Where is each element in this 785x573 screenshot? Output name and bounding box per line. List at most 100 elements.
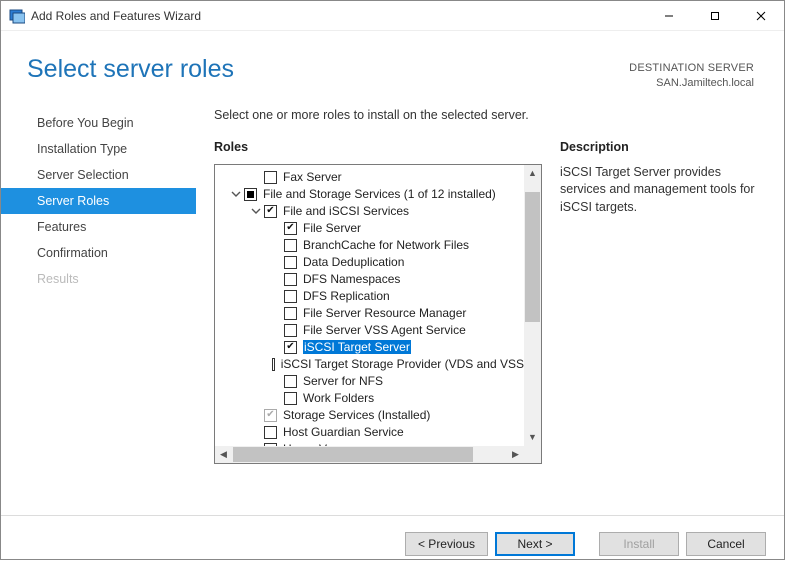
destination-label: DESTINATION SERVER <box>629 61 754 76</box>
expander-spacer <box>269 341 282 354</box>
role-checkbox[interactable] <box>284 222 297 235</box>
role-checkbox[interactable] <box>264 409 277 422</box>
role-label: Work Folders <box>303 391 374 405</box>
role-checkbox[interactable] <box>284 392 297 405</box>
role-item[interactable]: Host Guardian Service <box>221 424 524 441</box>
roles-tree: Fax Server File and Storage Services (1 o… <box>214 164 542 464</box>
role-item[interactable]: DFS Namespaces <box>221 271 524 288</box>
role-item[interactable]: iSCSI Target Storage Provider (VDS and V… <box>221 356 524 373</box>
role-label: File Server Resource Manager <box>303 306 466 320</box>
role-checkbox[interactable] <box>284 256 297 269</box>
footer: < Previous Next > Install Cancel <box>1 515 784 573</box>
role-checkbox[interactable] <box>284 239 297 252</box>
role-label: File Server <box>303 221 361 235</box>
roles-tree-content[interactable]: Fax Server File and Storage Services (1 o… <box>215 165 524 446</box>
role-label: Fax Server <box>283 170 342 184</box>
expander-spacer <box>269 273 282 286</box>
titlebar: Add Roles and Features Wizard <box>1 1 784 31</box>
wizard-steps: Before You BeginInstallation TypeServer … <box>1 100 196 515</box>
scroll-up-icon[interactable]: ▲ <box>524 165 541 182</box>
role-checkbox[interactable] <box>264 205 277 218</box>
role-checkbox[interactable] <box>284 324 297 337</box>
description-text: iSCSI Target Server provides services an… <box>560 164 766 217</box>
role-label: File Server VSS Agent Service <box>303 323 466 337</box>
main-content: Select one or more roles to install on t… <box>196 100 784 515</box>
scroll-left-icon[interactable]: ◀ <box>215 446 232 463</box>
role-item[interactable]: Server for NFS <box>221 373 524 390</box>
role-item[interactable]: File Server <box>221 220 524 237</box>
maximize-button[interactable] <box>692 1 738 31</box>
destination-value: SAN.Jamiltech.local <box>629 76 754 91</box>
roles-pane: Roles Fax Server File and Storage Service… <box>214 140 542 515</box>
wizard-step[interactable]: Server Roles <box>1 188 196 214</box>
role-label: Server for NFS <box>303 374 383 388</box>
collapse-icon[interactable] <box>249 205 262 218</box>
expander-spacer <box>269 256 282 269</box>
role-item[interactable]: Storage Services (Installed) <box>221 407 524 424</box>
role-checkbox[interactable] <box>284 341 297 354</box>
instruction-text: Select one or more roles to install on t… <box>214 108 766 122</box>
role-checkbox[interactable] <box>284 273 297 286</box>
description-pane: Description iSCSI Target Server provides… <box>560 140 766 515</box>
header: Select server roles DESTINATION SERVER S… <box>1 31 784 100</box>
expander-spacer <box>249 171 262 184</box>
role-item[interactable]: DFS Replication <box>221 288 524 305</box>
wizard-step[interactable]: Features <box>1 214 196 240</box>
expander-spacer <box>269 358 270 371</box>
expander-spacer <box>269 239 282 252</box>
role-item[interactable]: BranchCache for Network Files <box>221 237 524 254</box>
role-label: File and iSCSI Services <box>283 204 409 218</box>
collapse-icon[interactable] <box>229 188 242 201</box>
role-checkbox[interactable] <box>264 171 277 184</box>
role-label: BranchCache for Network Files <box>303 238 469 252</box>
vertical-scrollbar[interactable]: ▲ ▼ <box>524 165 541 446</box>
role-item[interactable]: File Server VSS Agent Service <box>221 322 524 339</box>
role-checkbox[interactable] <box>244 188 257 201</box>
next-button[interactable]: Next > <box>495 532 575 556</box>
window-title: Add Roles and Features Wizard <box>31 9 646 23</box>
role-label: Storage Services (Installed) <box>283 408 430 422</box>
role-checkbox[interactable] <box>284 375 297 388</box>
window-buttons <box>646 1 784 31</box>
role-checkbox[interactable] <box>284 307 297 320</box>
role-item[interactable]: iSCSI Target Server <box>221 339 524 356</box>
role-label: iSCSI Target Storage Provider (VDS and V… <box>281 357 524 371</box>
close-button[interactable] <box>738 1 784 31</box>
wizard-step: Results <box>1 266 196 292</box>
role-label: DFS Replication <box>303 289 390 303</box>
scroll-corner <box>524 446 541 463</box>
role-item[interactable]: File and Storage Services (1 of 12 insta… <box>221 186 524 203</box>
description-title: Description <box>560 140 766 154</box>
install-button[interactable]: Install <box>599 532 679 556</box>
role-checkbox[interactable] <box>264 426 277 439</box>
previous-button[interactable]: < Previous <box>405 532 488 556</box>
role-item[interactable]: Work Folders <box>221 390 524 407</box>
minimize-button[interactable] <box>646 1 692 31</box>
wizard-step[interactable]: Before You Begin <box>1 110 196 136</box>
role-checkbox[interactable] <box>272 358 275 371</box>
roles-title: Roles <box>214 140 542 154</box>
expander-spacer <box>269 392 282 405</box>
expander-spacer <box>269 222 282 235</box>
wizard-step[interactable]: Confirmation <box>1 240 196 266</box>
role-item[interactable]: Fax Server <box>221 169 524 186</box>
cancel-button[interactable]: Cancel <box>686 532 766 556</box>
v-scroll-thumb[interactable] <box>525 192 540 322</box>
scroll-down-icon[interactable]: ▼ <box>524 429 541 446</box>
role-item[interactable]: File Server Resource Manager <box>221 305 524 322</box>
scroll-right-icon[interactable]: ▶ <box>507 446 524 463</box>
h-scroll-thumb[interactable] <box>233 447 473 462</box>
horizontal-scrollbar[interactable]: ◀ ▶ <box>215 446 524 463</box>
wizard-step[interactable]: Installation Type <box>1 136 196 162</box>
wizard-step[interactable]: Server Selection <box>1 162 196 188</box>
role-item[interactable]: Data Deduplication <box>221 254 524 271</box>
page-title: Select server roles <box>27 55 629 84</box>
expander-spacer <box>269 290 282 303</box>
app-icon <box>9 8 25 24</box>
expander-spacer <box>249 409 262 422</box>
role-checkbox[interactable] <box>284 290 297 303</box>
destination-server: DESTINATION SERVER SAN.Jamiltech.local <box>629 55 754 92</box>
expander-spacer <box>249 426 262 439</box>
expander-spacer <box>269 307 282 320</box>
role-item[interactable]: File and iSCSI Services <box>221 203 524 220</box>
